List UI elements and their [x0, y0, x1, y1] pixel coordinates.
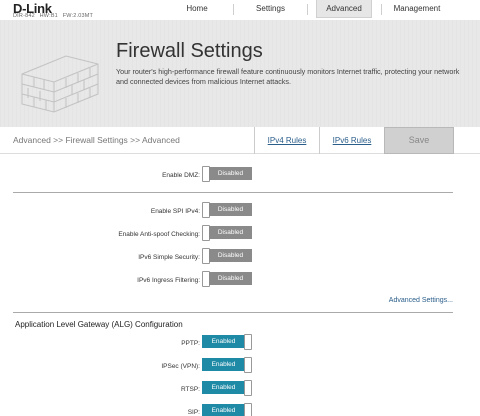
pptp-toggle[interactable]: Enabled: [202, 334, 252, 350]
toggle-knob: [244, 334, 252, 350]
setting-label: IPv6 Simple Security:: [138, 254, 200, 261]
setting-label: SIP:: [187, 409, 200, 416]
setting-label: IPSec (VPN):: [161, 363, 200, 370]
alg-row-sip: SIP: Enabled: [0, 403, 480, 416]
alg-row-rtsp: RTSP: Enabled: [0, 380, 480, 400]
breadcrumb: Advanced >> Firewall Settings >> Advance…: [13, 135, 180, 145]
setting-label: Enable Anti-spoof Checking:: [118, 231, 200, 238]
nav-advanced[interactable]: Advanced: [316, 0, 372, 18]
firmware-version: FW:2.03MT: [62, 13, 94, 19]
setting-row-antispoof: Enable Anti-spoof Checking: Disabled: [0, 225, 480, 245]
tab-ipv4-rules[interactable]: IPv4 Rules: [254, 127, 319, 154]
nav-home[interactable]: Home: [172, 0, 222, 18]
setting-label: Enable SPI IPv4:: [150, 208, 200, 215]
toggle-state: Disabled: [209, 203, 252, 216]
nav-settings[interactable]: Settings: [243, 0, 298, 18]
hardware-version: HW:B1: [39, 13, 58, 19]
device-info: DIR-842 HW:B1 FW:2.03MT: [13, 13, 96, 19]
setting-row-spi: Enable SPI IPv4: Disabled: [0, 202, 480, 222]
firewall-brick-icon: [21, 55, 99, 113]
ipv6-ingress-filtering-toggle[interactable]: Disabled: [202, 271, 252, 287]
antispoof-toggle[interactable]: Disabled: [202, 225, 252, 241]
sip-toggle[interactable]: Enabled: [202, 403, 252, 416]
setting-label: RTSP:: [180, 386, 200, 393]
top-nav-bar: D-Link DIR-842 HW:B1 FW:2.03MT Home Sett…: [0, 0, 480, 20]
alg-row-pptp: PPTP: Enabled: [0, 334, 480, 354]
toggle-state: Enabled: [202, 335, 245, 348]
toggle-state: Enabled: [202, 404, 245, 416]
nav-divider: [307, 4, 308, 15]
rtsp-toggle[interactable]: Enabled: [202, 380, 252, 396]
setting-label: PPTP:: [181, 340, 200, 347]
save-button[interactable]: Save: [384, 127, 454, 154]
toggle-knob: [244, 403, 252, 416]
model-name: DIR-842: [13, 13, 35, 19]
advanced-settings-link[interactable]: Advanced Settings...: [389, 297, 453, 304]
dmz-toggle[interactable]: Disabled: [202, 166, 252, 182]
page-title: Firewall Settings: [116, 40, 263, 62]
toolbar: Advanced >> Firewall Settings >> Advance…: [0, 127, 480, 154]
nav-management[interactable]: Management: [388, 0, 446, 18]
toggle-knob: [244, 380, 252, 396]
alg-section-title: Application Level Gateway (ALG) Configur…: [15, 320, 183, 329]
nav-divider: [381, 4, 382, 15]
spi-ipv4-toggle[interactable]: Disabled: [202, 202, 252, 218]
setting-row-dmz: Enable DMZ: Disabled: [0, 166, 480, 186]
toggle-knob: [244, 357, 252, 373]
toggle-state: Enabled: [202, 358, 245, 371]
toggle-state: Disabled: [209, 272, 252, 285]
tab-ipv6-rules[interactable]: IPv6 Rules: [319, 127, 384, 154]
setting-row-ipv6-simple: IPv6 Simple Security: Disabled: [0, 248, 480, 268]
settings-panel: Enable DMZ: Disabled Enable SPI IPv4: Di…: [0, 154, 480, 416]
toggle-state: Enabled: [202, 381, 245, 394]
ipv6-simple-security-toggle[interactable]: Disabled: [202, 248, 252, 264]
setting-label: Enable DMZ:: [162, 172, 200, 179]
section-divider: [13, 192, 453, 193]
ipsec-vpn-toggle[interactable]: Enabled: [202, 357, 252, 373]
toggle-state: Disabled: [209, 249, 252, 262]
toggle-state: Disabled: [209, 167, 252, 180]
section-divider: [13, 312, 453, 313]
page-description: Your router's high-performance firewall …: [116, 67, 460, 86]
setting-row-ipv6-ingress: IPv6 Ingress Filtering: Disabled: [0, 271, 480, 291]
nav-divider: [233, 4, 234, 15]
setting-label: IPv6 Ingress Filtering:: [137, 277, 200, 284]
alg-row-ipsec: IPSec (VPN): Enabled: [0, 357, 480, 377]
toggle-state: Disabled: [209, 226, 252, 239]
page-header-banner: Firewall Settings Your router's high-per…: [0, 20, 480, 127]
